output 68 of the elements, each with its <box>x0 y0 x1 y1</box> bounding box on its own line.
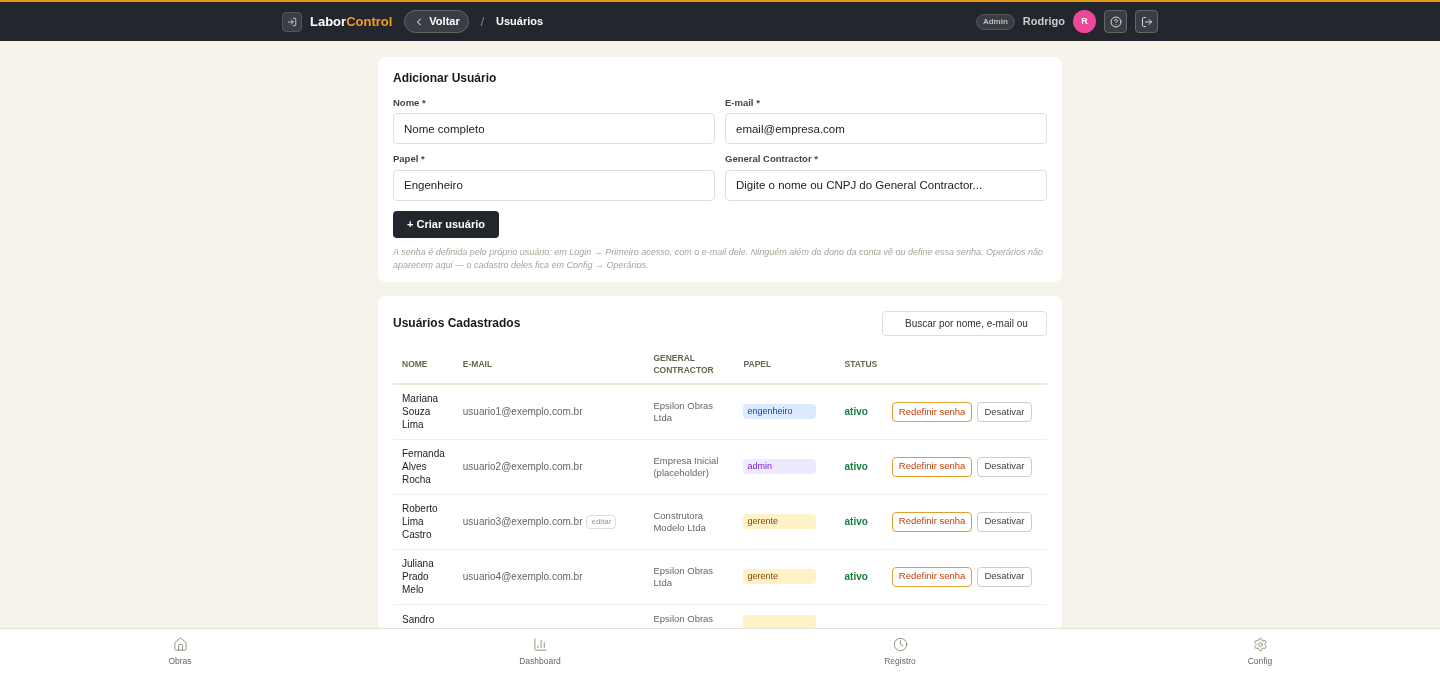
app-logo[interactable]: LaborControl <box>310 11 393 32</box>
deactivate-button[interactable]: Desativar <box>977 401 1032 422</box>
table-cell: Epsilon Obras <box>644 604 735 630</box>
status-text: ativo <box>835 439 892 494</box>
nav-tab[interactable]: Registro <box>852 629 948 675</box>
nav-tab[interactable]: Obras <box>132 629 228 675</box>
user-name: Rodrigo <box>1022 14 1065 30</box>
help-icon <box>1109 15 1122 28</box>
table-cell: Empresa Inicial (placeholder) <box>644 439 735 494</box>
table-cell: Construtora Modelo Ltda <box>644 494 735 549</box>
home-icon <box>172 636 188 652</box>
field-label: Nome * <box>393 96 427 110</box>
help-note: A senha é definida pelo próprio usuário: em Login → Primeiro acesso, com o e-mail dele. Ninguém além do dono da conta vê ou define essa senha. Operários não aparecem aqui — o cadastro deles fica em Config → Operários. <box>393 245 1045 272</box>
field-label: General Contractor * <box>725 152 819 167</box>
user-avatar[interactable]: R <box>1073 10 1096 33</box>
role-tag: gerente <box>743 514 817 529</box>
chart-icon <box>532 636 548 652</box>
table-cell: Epsilon Obras Ltda <box>644 384 735 439</box>
reset-password-button[interactable]: Redefinir senha <box>891 456 973 477</box>
column-header: E-MAIL <box>453 345 645 384</box>
role-tag: gerente <box>743 569 817 584</box>
deactivate-button[interactable]: Desativar <box>977 566 1032 587</box>
table-cell-text: usuario1@exemplo.com.br <box>462 405 583 420</box>
clock-icon <box>892 636 908 652</box>
logout-icon <box>1140 15 1153 28</box>
table-cell: Juliana Prado Melo <box>393 549 454 604</box>
card-title: Usuários Cadastrados <box>393 315 521 332</box>
nav-tab[interactable]: Dashboard <box>492 629 588 675</box>
status-text: ativo <box>835 549 892 604</box>
reset-password-button[interactable]: Redefinir senha <box>891 511 973 532</box>
table-cell-text: usuario3@exemplo.com.br <box>462 515 583 529</box>
role-badge: Admin <box>975 13 1015 30</box>
deactivate-button[interactable]: Desativar <box>977 511 1032 532</box>
field-label: Papel * <box>393 152 426 167</box>
status-text: ativo <box>835 384 892 439</box>
table-cell-text: usuario2@exemplo.com.br <box>462 460 583 474</box>
field-label: E-mail * <box>725 96 761 110</box>
page-title: Usuários <box>496 14 544 30</box>
table-cell: Epsilon Obras Ltda <box>644 549 735 604</box>
input-field[interactable]: Engenheiro <box>393 169 715 201</box>
role-tag: admin <box>743 459 817 474</box>
nav-tab[interactable]: Config <box>1212 629 1308 675</box>
breadcrumb-separator: / <box>480 13 485 31</box>
gear-icon <box>1252 636 1268 652</box>
column-header: STATUS <box>835 345 892 384</box>
logout-button[interactable] <box>1135 10 1158 33</box>
reset-password-button[interactable]: Redefinir senha <box>891 566 973 587</box>
table-cell: Roberto Lima Castro <box>393 494 454 549</box>
card-title: Adicionar Usuário <box>393 70 498 87</box>
column-header: GENERAL CONTRACTOR <box>644 345 735 384</box>
back-button[interactable]: Voltar <box>404 10 469 33</box>
search-field[interactable]: Buscar por nome, e-mail ou <box>882 310 1047 336</box>
table-cell: Sandro <box>393 604 454 630</box>
input-field[interactable]: Nome completo <box>393 113 715 145</box>
logo-icon <box>282 11 302 32</box>
create-user-button[interactable]: + Criar usuário <box>393 210 499 238</box>
table-cell: Mariana Souza Lima <box>393 384 454 439</box>
role-tag: engenheiro <box>743 404 817 420</box>
deactivate-button[interactable]: Desativar <box>977 456 1032 477</box>
input-field[interactable]: email@empresa.com <box>725 113 1047 145</box>
column-header: PAPEL <box>734 345 836 384</box>
input-field[interactable]: Digite o nome ou CNPJ do General Contractor... <box>725 169 1047 201</box>
status-text: ativo <box>835 494 892 549</box>
help-button[interactable] <box>1104 10 1127 33</box>
table-cell-text: usuario4@exemplo.com.br <box>462 570 583 584</box>
column-header: NOME <box>393 345 454 384</box>
reset-password-button[interactable]: Redefinir senha <box>891 401 973 422</box>
table-cell: Fernanda Alves Rocha <box>393 439 454 494</box>
